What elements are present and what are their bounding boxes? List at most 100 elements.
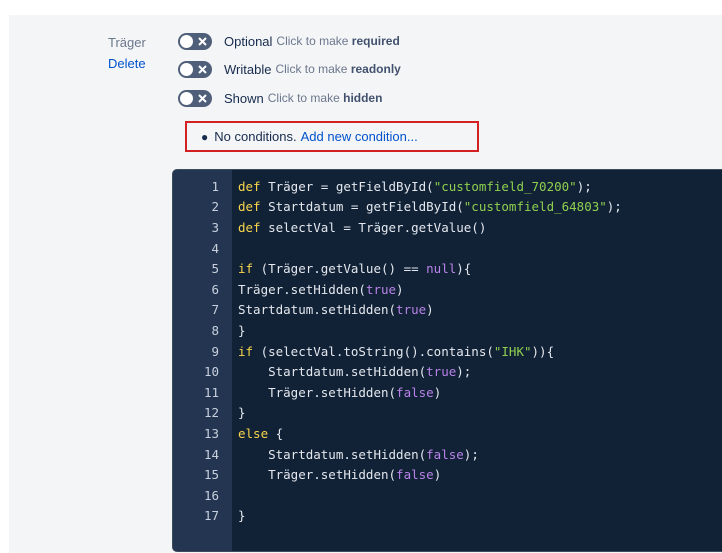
line-number: 2 [211,199,219,215]
code-text: Startdatum.setHidden(true) [238,302,434,317]
code-line[interactable]: 11 Träger.setHidden(false) [173,382,722,403]
conditions-highlight: ● No conditions. Add new condition... [185,121,479,152]
code-line[interactable]: 17} [173,506,722,527]
code-token: false [396,384,434,400]
code-token: false [396,467,434,483]
code-token: } [238,322,246,338]
code-token: selectVal = Träger.getValue() [268,219,487,235]
code-token: Träger.setHidden( [238,384,397,400]
bullet-icon: ● [201,129,209,144]
code-token: Startdatum.setHidden( [238,446,427,462]
code-token: "customfield_70200" [433,178,577,194]
code-token: (Träger.getValue() == [260,261,427,277]
code-token: ) [433,467,442,483]
add-condition-link[interactable]: Add new condition... [301,129,418,144]
line-number: 7 [211,302,219,318]
code-line[interactable]: 10 Startdatum.setHidden(true); [173,361,722,382]
code-token: { [275,425,284,441]
code-token: def [238,219,269,235]
line-number: 15 [203,467,219,483]
line-number: 11 [203,384,219,400]
code-line[interactable]: 8} [173,320,722,341]
code-token: Startdatum.setHidden( [238,364,427,380]
shown-toggle[interactable] [178,89,212,107]
code-token: ) [396,281,404,297]
optional-toggle[interactable] [178,32,212,50]
line-number: 4 [211,240,219,256]
code-line[interactable]: 4 [173,238,722,259]
delete-link[interactable]: Delete [108,56,146,71]
line-number: 8 [211,322,219,338]
line-number: 17 [203,508,219,524]
code-line[interactable]: 7 Startdatum.setHidden(true) [173,300,722,321]
writable-hint[interactable]: Click to make readonly [275,62,400,76]
code-line[interactable]: 2 def Startdatum = getFieldById("customfi… [173,197,722,218]
line-number: 16 [203,487,219,503]
code-line[interactable]: 13 else { [173,423,722,444]
code-line[interactable]: 15 Träger.setHidden(false) [173,464,722,485]
code-line[interactable]: 9 if (selectVal.toString().contains("IHK"… [173,341,722,362]
code-token: "customfield_64803" [463,199,607,215]
code-text: Träger.setHidden(false) [238,467,441,482]
code-token: true [365,281,397,297]
line-number: 3 [211,219,219,235]
writable-toggle[interactable] [178,60,212,78]
code-line[interactable]: 3 def selectVal = Träger.getValue() [173,217,722,238]
code-token: } [238,405,246,421]
code-text: def Startdatum = getFieldById("customfie… [238,199,622,214]
optional-hint[interactable]: Click to make required [276,34,399,48]
toggle-row-optional: Optional Click to make required [178,31,400,51]
code-text: } [238,508,246,523]
code-token: ) [426,302,434,318]
code-line[interactable]: 12} [173,403,722,424]
optional-label: Optional [224,33,273,49]
code-token: ); [463,446,479,462]
x-icon [198,36,207,46]
code-text: Startdatum.setHidden(false); [238,447,479,462]
shown-hint[interactable]: Click to make hidden [268,91,383,105]
code-token: true [396,302,427,318]
code-text: } [238,405,246,420]
toggle-row-shown: Shown Click to make hidden [178,88,382,108]
x-icon [198,64,207,74]
code-text: else { [238,426,283,441]
line-number: 10 [203,364,219,380]
line-number: 9 [211,343,219,359]
code-token: true [426,364,457,380]
script-editor[interactable]: 1 def Träger = getFieldById("customfield_… [172,169,722,552]
code-line[interactable]: 14 Startdatum.setHidden(false); [173,444,722,465]
code-token: def [238,199,269,215]
toggle-knob [180,62,193,76]
code-token: if [238,261,261,277]
code-token: ); [606,199,622,215]
field-name-label: Träger [108,35,146,50]
code-token: } [238,508,246,524]
code-token: Startdatum = getFieldById( [268,199,464,215]
shown-label: Shown [224,90,264,106]
code-text: Träger.setHidden(true) [238,282,404,297]
code-line[interactable]: 6 Träger.setHidden(true) [173,279,722,300]
code-token: ){ [456,261,472,277]
writable-hint-action: readonly [350,62,401,76]
code-token: false [426,446,464,462]
code-text: if (selectVal.toString().contains("IHK")… [238,344,554,359]
code-token: null [426,261,457,277]
code-token: { [546,343,555,359]
code-line[interactable]: 1 def Träger = getFieldById("customfield_… [173,176,722,197]
line-number: 14 [203,446,219,462]
code-token: (selectVal.toString().contains( [260,343,494,359]
code-token: Träger = getFieldById( [268,178,434,194]
x-icon [198,93,207,103]
shown-hint-action: hidden [343,91,383,105]
code-token: Träger.setHidden( [238,281,366,297]
toggle-knob [180,34,193,48]
code-line[interactable]: 5 if (Träger.getValue() == null){ [173,258,722,279]
code-token: ); [576,178,592,194]
code-token: "IHK" [493,343,532,359]
line-number: 12 [203,405,219,421]
code-token: ); [456,364,472,380]
code-text: if (Träger.getValue() == null){ [238,261,471,276]
code-line[interactable]: 16 [173,485,722,506]
code-token: else [238,425,276,441]
line-number: 13 [203,425,219,441]
